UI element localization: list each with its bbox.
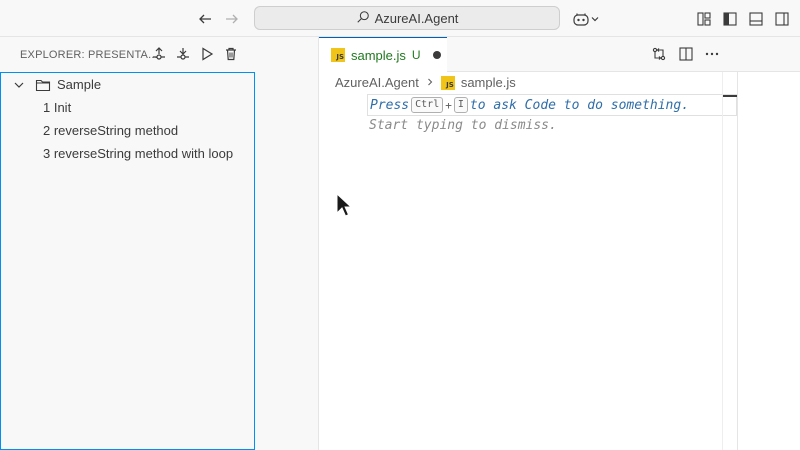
tab-label: sample.js bbox=[351, 47, 406, 63]
tree-item[interactable]: 3 reverseString method with loop bbox=[1, 142, 254, 165]
sidebar-header: EXPLORER: PRESENTA... bbox=[0, 37, 256, 72]
toggle-secondary-sidebar-icon[interactable] bbox=[772, 9, 792, 29]
vertical-scrollbar[interactable] bbox=[737, 72, 738, 450]
back-arrow-icon[interactable] bbox=[195, 9, 215, 29]
sidebar-title: EXPLORER: PRESENTA... bbox=[20, 48, 158, 61]
chevron-right-icon bbox=[425, 75, 435, 90]
editor-tabs: JS sample.js U bbox=[319, 37, 800, 72]
chevron-down-icon bbox=[13, 79, 29, 91]
more-actions-icon[interactable] bbox=[703, 45, 721, 63]
plus-text: + bbox=[445, 98, 452, 112]
forward-arrow-icon[interactable] bbox=[222, 9, 242, 29]
tree-item-label: 2 reverseString method bbox=[43, 123, 179, 138]
i-keycap: I bbox=[453, 97, 468, 113]
tree-root-sample[interactable]: Sample bbox=[1, 73, 254, 96]
unsaved-dot-icon[interactable] bbox=[432, 51, 441, 59]
hint-press-text: Press bbox=[370, 97, 410, 113]
copilot-icon[interactable] bbox=[571, 9, 591, 29]
editor-group: JS sample.js U AzureAI.Agent JS sample.j… bbox=[318, 37, 800, 450]
search-icon bbox=[356, 10, 370, 27]
tree-root-label: Sample bbox=[57, 77, 102, 92]
presentation-tree: Sample 1 Init 2 reverseString method 3 r… bbox=[0, 72, 255, 450]
breadcrumb-folder[interactable]: AzureAI.Agent bbox=[335, 75, 419, 90]
hint-rest-text: to ask Code to do something. bbox=[469, 97, 690, 113]
javascript-file-icon: JS bbox=[331, 48, 345, 62]
breadcrumb: AzureAI.Agent JS sample.js bbox=[335, 75, 516, 90]
untracked-status-badge: U bbox=[411, 48, 421, 62]
command-center-search[interactable]: AzureAI.Agent bbox=[254, 6, 560, 30]
title-bar: AzureAI.Agent bbox=[0, 0, 800, 37]
javascript-file-icon: JS bbox=[440, 75, 455, 90]
trash-icon[interactable] bbox=[222, 45, 240, 63]
minimap-divider bbox=[722, 72, 723, 450]
editor-gutter-spacer bbox=[256, 37, 318, 450]
mouse-pointer-icon bbox=[336, 192, 353, 222]
toggle-panel-icon[interactable] bbox=[746, 9, 766, 29]
next-icon[interactable] bbox=[174, 45, 192, 63]
customize-layout-icon[interactable] bbox=[694, 9, 714, 29]
tree-item-label: 3 reverseString method with loop bbox=[43, 146, 234, 161]
tab-sample-js[interactable]: JS sample.js U bbox=[319, 37, 447, 72]
command-center-label: AzureAI.Agent bbox=[374, 10, 459, 26]
tree-item[interactable]: 2 reverseString method bbox=[1, 119, 254, 142]
dismiss-hint: Start typing to dismiss. bbox=[369, 118, 557, 133]
tree-item-label: 1 Init bbox=[43, 100, 72, 115]
ctrl-keycap: Ctrl bbox=[411, 97, 444, 113]
chevron-down-icon[interactable] bbox=[589, 9, 601, 29]
tree-item[interactable]: 1 Init bbox=[1, 96, 254, 119]
split-editor-icon[interactable] bbox=[677, 45, 695, 63]
inline-chat-hint: Press Ctrl + I to ask Code to do something… bbox=[367, 94, 737, 116]
folder-icon bbox=[35, 78, 57, 92]
explorer-sidebar: EXPLORER: PRESENTA... Sample 1 Init 2 re… bbox=[0, 37, 256, 450]
run-icon[interactable] bbox=[198, 45, 216, 63]
scrollbar-cursor-marker bbox=[723, 95, 737, 97]
toggle-primary-sidebar-icon[interactable] bbox=[720, 9, 740, 29]
breadcrumb-file[interactable]: sample.js bbox=[461, 75, 516, 90]
compare-changes-icon[interactable] bbox=[650, 45, 668, 63]
previous-icon[interactable] bbox=[150, 45, 168, 63]
